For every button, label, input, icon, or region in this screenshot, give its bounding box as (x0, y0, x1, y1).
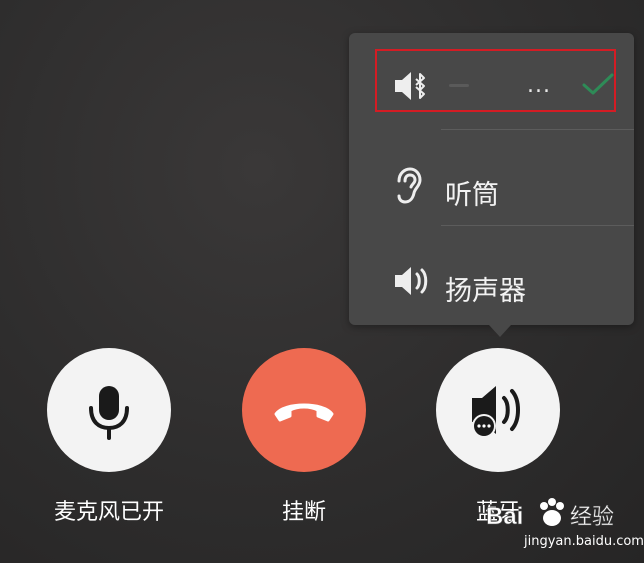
call-screen: ... 听筒 扬声器 麦克风已开 挂断 蓝牙 Bai 经验 jingyan.ba… (0, 0, 644, 563)
mic-button[interactable] (47, 348, 171, 472)
selection-highlight-box (375, 49, 616, 112)
hangup-label: 挂断 (281, 500, 326, 525)
microphone-icon (89, 386, 129, 440)
divider (441, 225, 634, 226)
svg-text:经验: 经验 (570, 505, 614, 530)
divider (441, 129, 634, 130)
speaker-icon (391, 265, 431, 301)
baidu-paw-logo: Bai 经验 (486, 498, 614, 530)
audio-route-speaker[interactable]: 扬声器 (349, 241, 634, 321)
watermark-url: jingyan.baidu.com (524, 534, 644, 549)
speaker-label: 扬声器 (445, 276, 526, 307)
audio-route-earpiece[interactable]: 听筒 (349, 145, 634, 227)
mic-status-label: 麦克风已开 (53, 500, 164, 525)
audio-route-button[interactable] (436, 348, 560, 472)
hangup-button[interactable] (242, 348, 366, 472)
ear-icon (391, 167, 423, 209)
svg-text:Bai: Bai (486, 503, 523, 530)
speaker-more-icon (472, 386, 520, 438)
phone-hangup-icon (274, 403, 334, 422)
earpiece-label: 听筒 (445, 180, 499, 211)
